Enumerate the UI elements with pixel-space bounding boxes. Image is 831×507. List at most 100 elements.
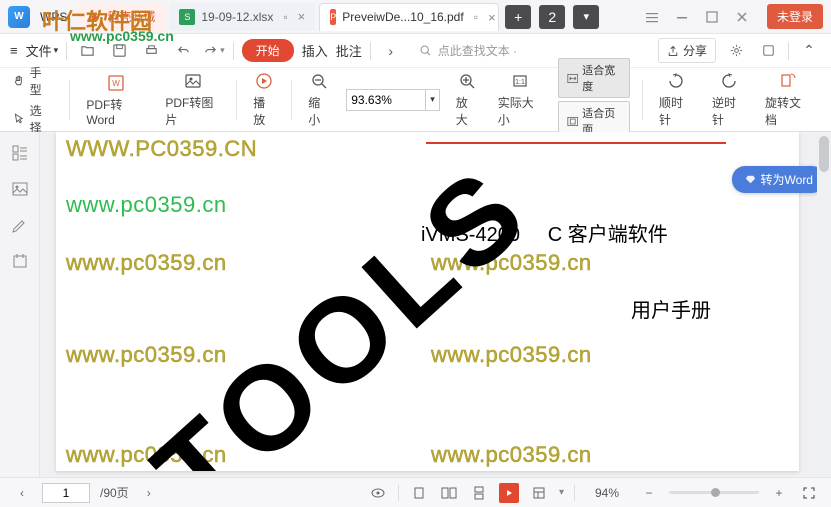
annotate-tab[interactable]: 批注 (336, 41, 362, 60)
actual-size-button[interactable]: 1:1 实际大小 (488, 71, 552, 128)
attachment-icon[interactable] (11, 252, 29, 270)
zoom-out-button[interactable]: 缩小 (298, 71, 340, 128)
search-input[interactable]: 点此查找文本 · (411, 39, 525, 62)
tab-mall[interactable]: ◉ 稻壳商城 (77, 3, 165, 31)
close-icon[interactable] (735, 10, 749, 24)
login-button[interactable]: 未登录 (767, 4, 823, 29)
scroll-thumb[interactable] (819, 136, 829, 172)
tab-count-badge[interactable]: 2 (539, 5, 565, 29)
zoom-out-status-icon[interactable]: − (639, 483, 659, 503)
statusbar: ‹ /90页 › ▾ 94% − + (0, 477, 831, 507)
rotate-ccw-button[interactable]: 逆时针 (702, 71, 755, 128)
search-placeholder: 点此查找文本 · (438, 42, 517, 59)
undo-icon[interactable] (171, 39, 195, 63)
prev-page-icon[interactable]: ‹ (12, 483, 32, 503)
tab-restore-icon[interactable]: ▫ (283, 10, 287, 24)
play-button[interactable]: 播放 (243, 71, 285, 128)
app-tab-label[interactable]: WPS (40, 10, 67, 24)
next-page-icon[interactable]: › (139, 483, 159, 503)
nav-right-icon[interactable]: › (379, 39, 403, 63)
tab-close-icon[interactable]: × (488, 10, 496, 25)
single-page-icon[interactable] (409, 483, 429, 503)
red-line (426, 142, 726, 144)
zoom-in-status-icon[interactable]: + (769, 483, 789, 503)
select-tool[interactable]: 选择 (12, 102, 51, 136)
watermark: www.pc0359.cn (66, 192, 227, 218)
tab-label: 稻壳商城 (107, 8, 155, 25)
watermark: www.pc0359.cn (431, 442, 592, 468)
file-menu[interactable]: 文件 ▾ (26, 41, 59, 60)
svg-text:1:1: 1:1 (515, 79, 525, 86)
minimize-icon[interactable] (675, 10, 689, 24)
zoom-slider-thumb[interactable] (711, 488, 720, 497)
scrollbar[interactable] (817, 132, 831, 477)
pdf-icon: P (330, 9, 336, 25)
print-icon[interactable] (139, 39, 163, 63)
rotate-cw-button[interactable]: 顺时针 (649, 71, 702, 128)
zoom-in-button[interactable]: 放大 (446, 71, 488, 128)
new-tab-button[interactable]: + (505, 5, 531, 29)
watermark: www.pc0359.cn (66, 250, 227, 276)
fullscreen-icon[interactable] (799, 483, 819, 503)
watermark: WWW.PC0359.CN (66, 136, 257, 162)
collapse-icon[interactable]: ⌃ (797, 39, 821, 63)
big-watermark: TOOLS (128, 139, 556, 471)
zoom-percent: 94% (595, 486, 619, 500)
page-number-input[interactable] (42, 483, 90, 503)
tab-label: 19-09-12.xlsx (201, 10, 273, 24)
hamburger-icon[interactable]: ≡ (10, 43, 18, 58)
menu-icon[interactable] (645, 10, 659, 24)
maximize-icon[interactable] (705, 10, 719, 24)
hand-tool[interactable]: 手型 (12, 64, 51, 98)
image-icon[interactable] (11, 180, 29, 198)
pdf-page: WWW.PC0359.CN www.pc0359.cn www.pc0359.c… (56, 132, 799, 471)
skin-icon[interactable] (756, 39, 780, 63)
save-icon[interactable] (107, 39, 131, 63)
xlsx-icon: S (179, 9, 195, 25)
insert-tab[interactable]: 插入 (302, 41, 328, 60)
fit-width-button[interactable]: 适合宽度 (558, 58, 630, 98)
app-icon: W (8, 6, 30, 28)
tab-restore-icon[interactable]: ▫ (474, 10, 478, 24)
rotate-doc-button[interactable]: 旋转文档 (755, 71, 819, 128)
eye-icon[interactable] (368, 483, 388, 503)
titlebar: W WPS ◉ 稻壳商城 S 19-09-12.xlsx ▫ × P Preve… (0, 0, 831, 34)
layout-dropdown-icon[interactable]: ▾ (559, 487, 564, 498)
watermark: www.pc0359.cn (431, 342, 592, 368)
document-subtitle: 用户手册 (631, 294, 711, 323)
edit-icon[interactable] (11, 216, 29, 234)
two-page-icon[interactable] (439, 483, 459, 503)
gear-icon[interactable] (724, 39, 748, 63)
share-icon (667, 45, 679, 57)
tab-xlsx[interactable]: S 19-09-12.xlsx ▫ × (169, 3, 315, 31)
sidebar (0, 132, 40, 477)
toolbar: 手型 选择 W PDF转Word PDF转图片 播放 缩小 ▾ 放大 1:1 实… (0, 68, 831, 132)
zoom-input[interactable] (346, 89, 426, 111)
content: WWW.PC0359.CN www.pc0359.cn www.pc0359.c… (0, 132, 831, 477)
search-icon (419, 44, 432, 57)
zoom-slider[interactable] (669, 491, 759, 494)
menubar: ≡ 文件 ▾ ▾ 开始 插入 批注 › 点此查找文本 · 分享 ⌃ (0, 34, 831, 68)
start-tab[interactable]: 开始 (242, 39, 294, 62)
continuous-icon[interactable] (469, 483, 489, 503)
zoom-dropdown-icon[interactable]: ▾ (426, 89, 440, 111)
play-status-icon[interactable] (499, 483, 519, 503)
tab-pdf[interactable]: P PreveiwDe...10_16.pdf ▫ × (319, 3, 499, 31)
mall-icon: ◉ (87, 10, 101, 24)
pdf-to-word-button[interactable]: W PDF转Word (76, 73, 155, 127)
layout-icon[interactable] (529, 483, 549, 503)
watermark: www.pc0359.cn (66, 342, 227, 368)
tab-close-icon[interactable]: × (298, 9, 306, 24)
document-area[interactable]: WWW.PC0359.CN www.pc0359.cn www.pc0359.c… (40, 132, 831, 477)
redo-icon[interactable]: ▾ (203, 43, 225, 58)
convert-to-word-button[interactable]: 转为Word (732, 166, 825, 193)
thumbnails-icon[interactable] (11, 144, 29, 162)
page-total: /90页 (100, 484, 129, 501)
pdf-to-image-button[interactable]: PDF转图片 (155, 71, 230, 128)
tab-list-button[interactable]: ▾ (573, 5, 599, 29)
share-button[interactable]: 分享 (658, 38, 716, 63)
convert-icon (744, 173, 757, 186)
open-icon[interactable] (75, 39, 99, 63)
svg-text:W: W (112, 79, 120, 88)
tab-label: PreveiwDe...10_16.pdf (342, 10, 463, 24)
